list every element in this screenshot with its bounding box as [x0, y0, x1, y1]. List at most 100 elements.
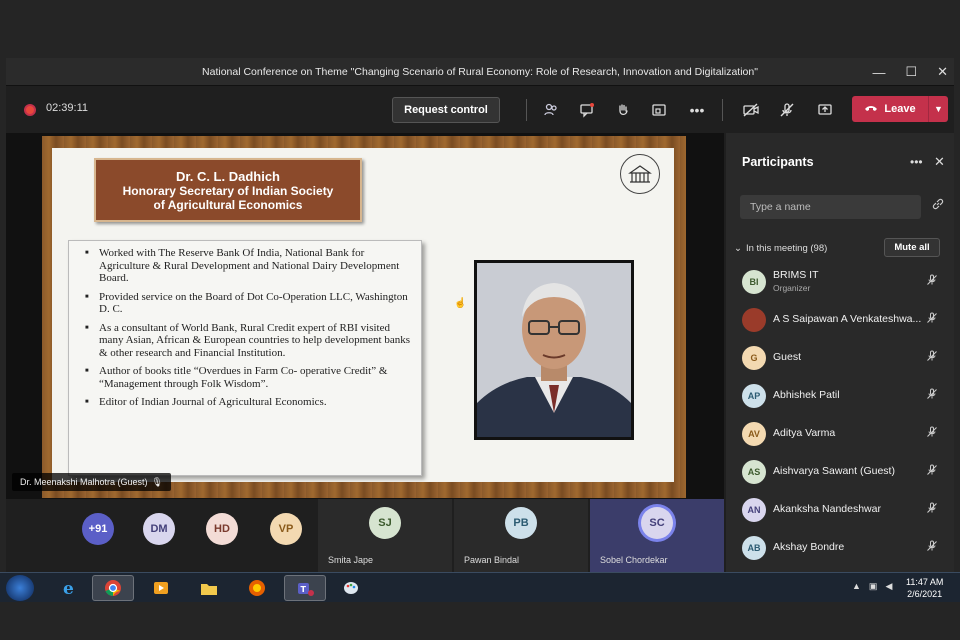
- overflow-participants-avatar[interactable]: +91: [82, 513, 114, 545]
- participant-row[interactable]: AS Aishvarya Sawant (Guest): [726, 453, 954, 491]
- windows-taskbar: e T ▲ ▣ ◀ 11:47 AM 2/6/2021: [0, 572, 960, 602]
- avatar: AN: [742, 498, 766, 522]
- avatar: AB: [742, 536, 766, 560]
- mic-off-icon[interactable]: [926, 274, 938, 289]
- share-screen-icon[interactable]: [814, 99, 836, 121]
- participant-name: BRIMS IT: [773, 269, 819, 281]
- participant-row[interactable]: AV Aditya Varma: [726, 415, 954, 453]
- tile-participant-name: Smita Jape: [328, 555, 374, 565]
- tile-participant-name: Sobel Chordekar: [600, 555, 668, 565]
- mic-off-icon[interactable]: [776, 99, 798, 121]
- tray-device-icon[interactable]: ▣: [869, 581, 878, 592]
- close-window-button[interactable]: ✕: [937, 64, 948, 80]
- leave-label: Leave: [884, 103, 916, 115]
- participant-video-tile[interactable]: SC Sobel Chordekar: [590, 499, 724, 572]
- participant-row[interactable]: AP Abhishek Patil: [726, 377, 954, 415]
- in-meeting-header[interactable]: ⌄ In this meeting (98): [734, 243, 827, 254]
- tray-expand-icon[interactable]: ▲: [852, 581, 861, 592]
- mic-off-icon[interactable]: [926, 464, 938, 479]
- participant-row[interactable]: G Guest: [726, 339, 954, 377]
- slide-bullet: Editor of Indian Journal of Agricultural…: [85, 396, 413, 409]
- slide-content: Dr. C. L. Dadhich Honorary Secretary of …: [52, 148, 674, 482]
- mic-off-icon[interactable]: [926, 388, 938, 403]
- internet-explorer-icon[interactable]: e: [48, 575, 90, 601]
- participant-name: A S Saipawan A Venkateshwa...: [773, 313, 922, 325]
- media-player-icon[interactable]: [140, 575, 182, 601]
- close-icon[interactable]: ✕: [934, 154, 945, 170]
- presentation-slide: Dr. C. L. Dadhich Honorary Secretary of …: [42, 136, 686, 498]
- panel-title: Participants: [742, 155, 814, 169]
- avatar: AS: [742, 460, 766, 484]
- system-clock[interactable]: 11:47 AM 2/6/2021: [906, 576, 943, 600]
- participant-row[interactable]: AB Akshay Bondre: [726, 529, 954, 567]
- participant-name: Akshay Bondre: [773, 541, 845, 553]
- participant-video-tile[interactable]: PB Pawan Bindal: [454, 499, 588, 572]
- avatar: AV: [742, 422, 766, 446]
- request-control-button[interactable]: Request control: [392, 97, 500, 123]
- slide-bullet: As a consultant of World Bank, Rural Cre…: [85, 322, 413, 360]
- maximize-button[interactable]: ☐: [905, 64, 917, 80]
- leave-button[interactable]: Leave ▼: [852, 96, 948, 122]
- participant-row[interactable]: A S Saipawan A Venkateshwa...: [726, 301, 954, 339]
- participant-list: BI BRIMS IT Organizer A S Saipawan A Venkat…: [726, 263, 954, 567]
- stripe-avatar[interactable]: HD: [206, 513, 238, 545]
- mic-off-icon[interactable]: [926, 502, 938, 517]
- more-options-icon[interactable]: •••: [910, 155, 923, 169]
- participant-search-input[interactable]: [740, 195, 921, 219]
- slide-title-line: of Agricultural Economics: [153, 197, 303, 212]
- toolbar-divider: [526, 99, 527, 121]
- more-actions-icon[interactable]: •••: [686, 99, 708, 121]
- slide-title-box: Dr. C. L. Dadhich Honorary Secretary of …: [94, 158, 362, 222]
- presenter-name: Dr. Meenakshi Malhotra (Guest): [20, 477, 148, 487]
- breakout-rooms-icon[interactable]: [648, 99, 670, 121]
- stripe-avatar[interactable]: DM: [143, 513, 175, 545]
- tile-participant-name: Pawan Bindal: [464, 555, 520, 565]
- window-title: National Conference on Theme "Changing S…: [202, 65, 758, 78]
- mic-off-icon[interactable]: [926, 540, 938, 555]
- mic-off-icon[interactable]: [926, 426, 938, 441]
- avatar: BI: [742, 270, 766, 294]
- leave-options-chevron-down-icon[interactable]: ▼: [928, 96, 948, 122]
- avatar: AP: [742, 384, 766, 408]
- participant-name: Aditya Varma: [773, 427, 836, 439]
- slide-bullet: Provided service on the Board of Dot Co-…: [85, 291, 413, 316]
- minimize-button[interactable]: —: [872, 65, 885, 80]
- meeting-toolbar: 02:39:11 Request control ••• Leave ▼: [6, 87, 954, 133]
- mic-off-icon: 🎙: [151, 476, 163, 487]
- participants-icon[interactable]: [540, 99, 562, 121]
- share-invite-icon[interactable]: [932, 198, 944, 213]
- leave-main[interactable]: Leave: [852, 103, 928, 116]
- clock-time: 11:47 AM: [906, 577, 944, 587]
- logo-seal: [620, 154, 660, 194]
- chrome-icon[interactable]: [92, 575, 134, 601]
- stripe-avatar[interactable]: VP: [270, 513, 302, 545]
- avatar: [742, 308, 766, 332]
- participant-role: Organizer: [773, 283, 811, 293]
- slide-title-line: Honorary Secretary of Indian Society: [122, 183, 334, 198]
- teams-icon[interactable]: T: [284, 575, 326, 601]
- participant-video-tile[interactable]: SJ Smita Jape: [318, 499, 452, 572]
- mute-all-button[interactable]: Mute all: [884, 238, 940, 257]
- video-stripe: +91 DM HD VP SJ Smita Jape PB Pawan Bindal SC So…: [6, 499, 724, 572]
- chat-icon[interactable]: [576, 99, 598, 121]
- participant-row[interactable]: AN Akanksha Nandeshwar: [726, 491, 954, 529]
- toolbar-divider: [722, 99, 723, 121]
- recording-icon: [24, 104, 36, 116]
- paint-icon[interactable]: [330, 575, 372, 601]
- teams-window: National Conference on Theme "Changing S…: [6, 58, 954, 572]
- mic-off-icon[interactable]: [926, 312, 938, 327]
- camera-off-icon[interactable]: [740, 99, 762, 121]
- avatar: G: [742, 346, 766, 370]
- participant-name: Abhishek Patil: [773, 389, 840, 401]
- firefox-icon[interactable]: [236, 575, 278, 601]
- raise-hand-icon[interactable]: [612, 99, 634, 121]
- mic-off-icon[interactable]: [926, 350, 938, 365]
- file-explorer-icon[interactable]: [188, 575, 230, 601]
- participant-name: Akanksha Nandeshwar: [773, 503, 881, 515]
- start-button-icon[interactable]: [6, 575, 34, 601]
- participant-row[interactable]: BI BRIMS IT Organizer: [726, 263, 954, 301]
- mouse-pointer-icon: ☝: [454, 298, 467, 309]
- shared-screen-stage: Dr. C. L. Dadhich Honorary Secretary of …: [6, 133, 724, 499]
- presenter-name-tag: Dr. Meenakshi Malhotra (Guest) 🎙: [12, 473, 171, 491]
- volume-icon[interactable]: ◀: [885, 581, 892, 592]
